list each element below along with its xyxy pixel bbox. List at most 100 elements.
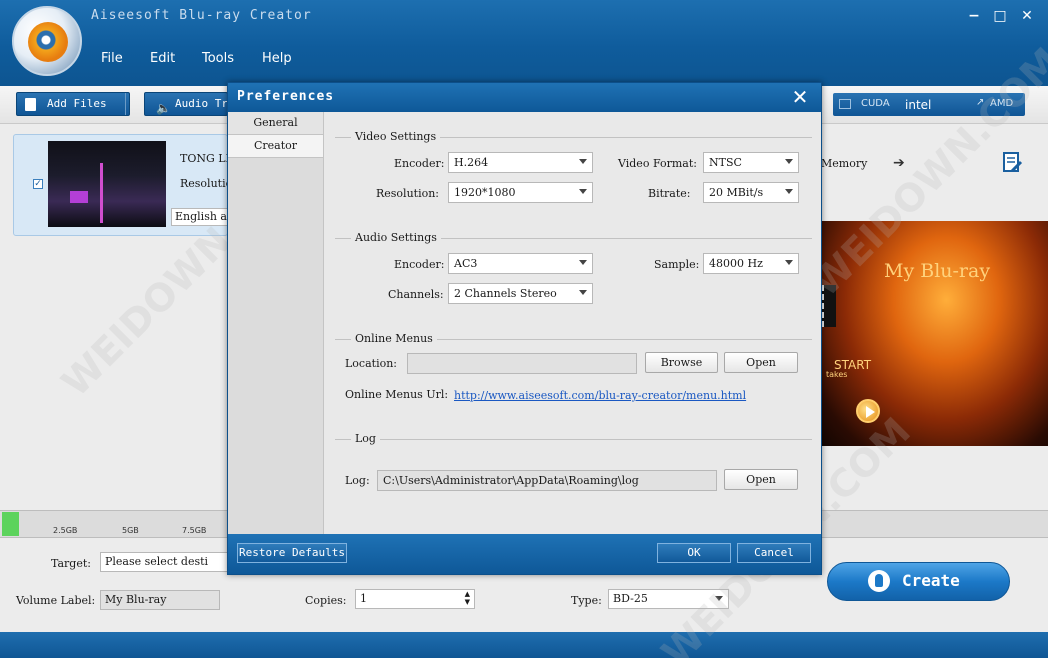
volume-label-input[interactable]: My Blu-ray (100, 590, 220, 610)
chevron-down-icon (785, 260, 793, 265)
stepper-arrows-icon[interactable]: ▲ ▼ (465, 590, 470, 606)
preferences-dialog: Preferences ✕ General Creator Video Sett… (227, 82, 822, 575)
sample-value: 48000 Hz (709, 257, 763, 270)
capacity-used-fill (2, 512, 19, 536)
cancel-button[interactable]: Cancel (737, 543, 811, 563)
create-button[interactable]: Create (827, 562, 1010, 601)
minimize-icon[interactable]: − (964, 8, 984, 24)
copies-stepper[interactable]: 1 ▲ ▼ (355, 589, 475, 609)
audio-track-button[interactable]: 🔈 Audio Track (144, 92, 228, 116)
maximize-icon[interactable]: □ (990, 8, 1010, 24)
bitrate-value: 20 MBit/s (709, 186, 764, 199)
gpu-icon (839, 99, 851, 109)
status-bar (0, 632, 1048, 658)
add-files-button[interactable]: Add Files ▾ (16, 92, 130, 116)
close-icon[interactable]: ✕ (790, 85, 810, 109)
location-label: Location: (345, 357, 397, 370)
capacity-tick: 5GB (122, 526, 139, 535)
memory-label: Memory (821, 157, 868, 170)
nav-general[interactable]: General (228, 112, 323, 135)
resolution-label: Resolution: (376, 187, 440, 200)
video-format-label: Video Format: (618, 157, 697, 170)
log-title: Log (351, 432, 380, 445)
speaker-icon: 🔈 (156, 101, 171, 115)
volume-label-label: Volume Label: (16, 594, 96, 607)
channels-select[interactable]: 2 Channels Stereo (448, 283, 593, 304)
chevron-down-icon (579, 159, 587, 164)
menu-file[interactable]: File (101, 51, 123, 66)
file-resolution: Resolutio (180, 177, 233, 190)
copies-label: Copies: (305, 594, 347, 607)
menu-preview-title: My Blu-ray (884, 260, 991, 282)
chevron-down-icon (785, 189, 793, 194)
log-open-button[interactable]: Open (724, 469, 798, 490)
channels-value: 2 Channels Stereo (454, 287, 557, 300)
audio-settings-title: Audio Settings (351, 231, 441, 244)
menu-preview-takes: takes (826, 370, 848, 379)
app-logo-icon (12, 6, 82, 76)
target-label: Target: (51, 557, 91, 570)
edit-menu-icon[interactable] (1003, 152, 1023, 174)
menu-help[interactable]: Help (262, 51, 292, 66)
file-checkbox[interactable]: ✓ (33, 179, 43, 189)
resolution-value: 1920*1080 (454, 186, 516, 199)
fire-icon (868, 570, 890, 592)
menu-tools[interactable]: Tools (202, 51, 234, 66)
video-encoder-value: H.264 (454, 156, 489, 169)
channels-label: Channels: (388, 288, 444, 301)
app-title: Aiseesoft Blu-ray Creator (91, 8, 312, 23)
restore-defaults-button[interactable]: Restore Defaults (237, 543, 347, 563)
log-label: Log: (345, 474, 370, 487)
location-input[interactable] (407, 353, 637, 374)
online-url-label: Online Menus Url: (345, 388, 449, 401)
log-path-input[interactable]: C:\Users\Administrator\AppData\Roaming\l… (377, 470, 717, 491)
resolution-select[interactable]: 1920*1080 (448, 182, 593, 203)
capacity-tick: 7.5GB (182, 526, 207, 535)
bitrate-label: Bitrate: (648, 187, 691, 200)
preferences-nav (228, 112, 324, 534)
video-format-value: NTSC (709, 156, 742, 169)
ok-button[interactable]: OK (657, 543, 731, 563)
add-files-label: Add Files (47, 97, 107, 110)
type-label: Type: (571, 594, 602, 607)
sample-select[interactable]: 48000 Hz (703, 253, 799, 274)
video-thumbnail[interactable] (48, 141, 166, 227)
audio-encoder-select[interactable]: AC3 (448, 253, 593, 274)
intel-label: intel (905, 98, 932, 112)
target-select[interactable]: Please select desti (100, 552, 228, 572)
dialog-title: Preferences (237, 89, 335, 104)
close-window-icon[interactable]: ✕ (1017, 8, 1037, 24)
nav-creator[interactable]: Creator (228, 135, 323, 158)
menu-edit[interactable]: Edit (150, 51, 175, 66)
hardware-acceleration-bar: CUDA intel ↗ AMD (833, 93, 1025, 116)
chevron-down-icon (785, 159, 793, 164)
audio-track-label: Audio Track (175, 97, 228, 110)
film-strip-icon (822, 285, 836, 327)
amd-icon: ↗ (976, 97, 985, 108)
add-file-icon (25, 98, 36, 111)
video-encoder-select[interactable]: H.264 (448, 152, 593, 173)
copies-value: 1 (360, 592, 367, 605)
audio-encoder-value: AC3 (454, 257, 478, 270)
cuda-label: CUDA (861, 98, 890, 109)
audio-language-select[interactable]: English a (171, 208, 231, 226)
play-icon[interactable] (856, 399, 880, 423)
browse-button[interactable]: Browse (645, 352, 718, 373)
type-select[interactable]: BD-25 (608, 589, 729, 609)
capacity-tick: 2.5GB (53, 526, 78, 535)
chevron-down-icon (715, 596, 723, 601)
video-settings-title: Video Settings (351, 130, 441, 143)
video-encoder-label: Encoder: (394, 157, 445, 170)
chevron-down-icon (579, 189, 587, 194)
arrow-right-icon[interactable]: ➔ (893, 155, 905, 171)
type-value: BD-25 (613, 592, 648, 605)
online-url-link[interactable]: http://www.aiseesoft.com/blu-ray-creator… (454, 389, 746, 402)
online-menus-title: Online Menus (351, 332, 437, 345)
amd-label: AMD (990, 98, 1014, 109)
chevron-down-icon (579, 290, 587, 295)
sample-label: Sample: (654, 258, 700, 271)
bitrate-select[interactable]: 20 MBit/s (703, 182, 799, 203)
online-open-button[interactable]: Open (724, 352, 798, 373)
video-format-select[interactable]: NTSC (703, 152, 799, 173)
create-label: Create (902, 571, 960, 590)
